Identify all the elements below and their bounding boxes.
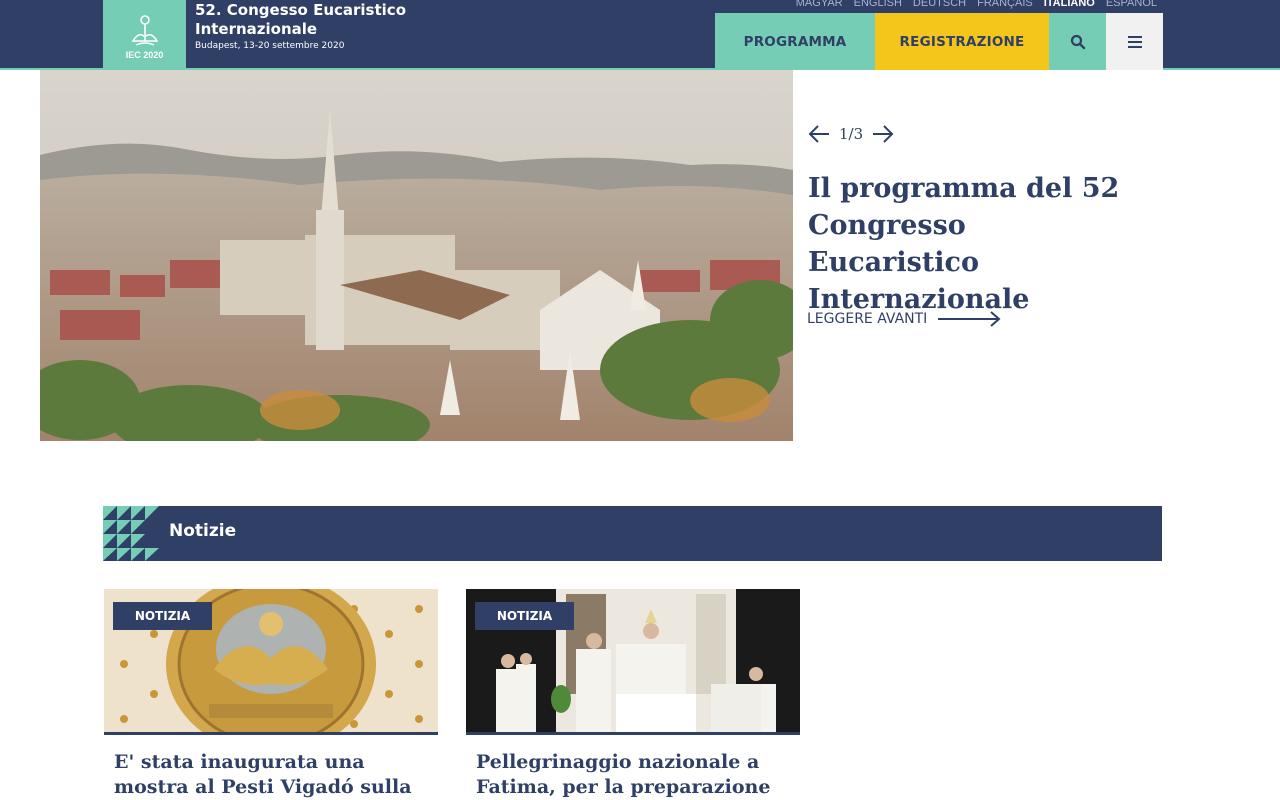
news-card-badge: NOTIZIA	[113, 602, 212, 630]
lang-magyar[interactable]: MAGYAR	[796, 0, 843, 9]
lang-italiano[interactable]: ITALIANO	[1044, 0, 1095, 9]
site-header: IEC 2020 52. Congesso Eucaristico Intern…	[0, 0, 1280, 70]
site-title[interactable]: 52. Congesso Eucaristico Internazionale	[195, 1, 415, 39]
site-subtitle: Budapest, 13-20 settembre 2020	[195, 41, 345, 51]
lang-english[interactable]: ENGLISH	[854, 0, 902, 9]
read-more-label: LEGGERE AVANTI	[807, 311, 928, 327]
news-section-title: Notizie	[169, 521, 237, 541]
hero-photo	[40, 70, 793, 441]
triangle-pattern-icon	[103, 506, 160, 561]
news-card-title[interactable]: E' stata inaugurata una mostra al Pesti …	[104, 750, 434, 800]
hero-title[interactable]: Il programma del 52 Congresso Eucaristic…	[808, 170, 1138, 318]
long-arrow-right-icon	[938, 311, 1001, 327]
site-logo[interactable]: IEC 2020	[103, 0, 186, 70]
congress-emblem-icon	[131, 14, 158, 46]
registrazione-button[interactable]: REGISTRAZIONE	[875, 13, 1049, 70]
news-card-title[interactable]: Pellegrinaggio nazionale a Fatima, per l…	[466, 750, 796, 800]
arrow-right-icon[interactable]	[871, 123, 895, 145]
news-card[interactable]: NOTIZIA E' stata inaugurata una mostra a…	[104, 589, 438, 800]
lang-francais[interactable]: FRANÇAIS	[977, 0, 1033, 9]
slider-controls: 1/3	[807, 123, 895, 145]
arrow-left-icon[interactable]	[807, 123, 831, 145]
search-icon	[1070, 34, 1085, 49]
search-button[interactable]	[1049, 13, 1106, 70]
news-card-image[interactable]: NOTIZIA	[104, 589, 438, 735]
hero-slide-image[interactable]	[40, 70, 793, 441]
language-selector: MAGYAR ENGLISH DEUTSCH FRANÇAIS ITALIANO…	[796, 0, 1157, 9]
slide-counter: 1/3	[839, 125, 864, 143]
news-card-image[interactable]: NOTIZIA	[466, 589, 800, 735]
logo-text: IEC 2020	[125, 49, 164, 60]
hamburger-menu-icon	[1127, 35, 1142, 48]
menu-button[interactable]	[1106, 13, 1163, 70]
read-more-link[interactable]: LEGGERE AVANTI	[807, 309, 1001, 329]
news-card-badge: NOTIZIA	[475, 602, 574, 630]
lang-espanol[interactable]: ESPAÑOL	[1106, 0, 1157, 9]
news-card[interactable]: NOTIZIA Pellegrinaggio nazionale a Fatim…	[466, 589, 800, 800]
programma-button[interactable]: PROGRAMMA	[715, 13, 875, 70]
lang-deutsch[interactable]: DEUTSCH	[913, 0, 966, 9]
news-section-header: Notizie	[103, 506, 1162, 561]
